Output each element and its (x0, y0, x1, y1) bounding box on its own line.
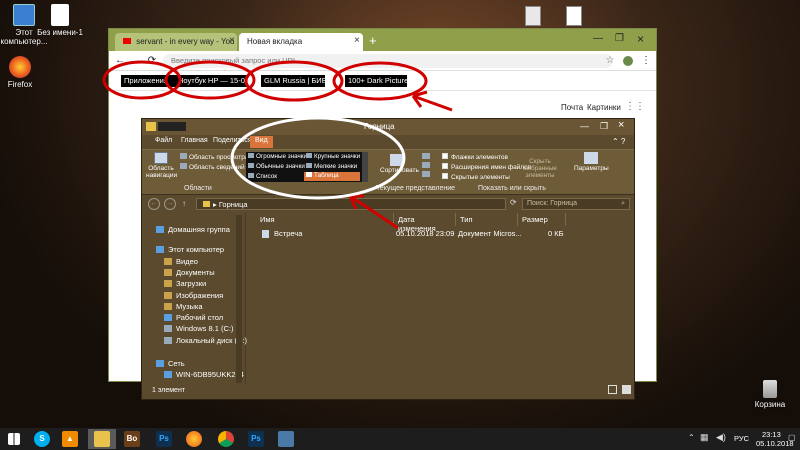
annotation-circle (332, 61, 428, 101)
file-explorer-icon (94, 431, 110, 447)
remote-desktop-icon (278, 431, 294, 447)
start-button[interactable] (0, 429, 28, 449)
photoshop-icon: Ps (156, 431, 172, 447)
annotation-circle (244, 60, 344, 102)
taskbar-app[interactable]: Bo (118, 429, 146, 449)
annotation-overlay (102, 60, 453, 230)
skype-icon: S (34, 431, 50, 447)
taskbar: S ▲ Bo Ps Ps ⌃ ▦ ◀) РУС 23:13 05.10.2018… (0, 428, 800, 450)
taskbar-app[interactable] (180, 429, 208, 449)
windows-icon (8, 433, 20, 445)
volume-tray-icon[interactable]: ◀) (716, 432, 726, 443)
chrome-icon (218, 431, 234, 447)
taskbar-app[interactable]: S (28, 429, 56, 449)
annotation-circle (102, 60, 182, 100)
annotation-arrow (411, 90, 453, 112)
taskbar-app[interactable] (212, 429, 240, 449)
network-tray-icon[interactable]: ▦ (700, 432, 709, 443)
taskbar-app[interactable]: Ps (242, 429, 270, 449)
photoshop-icon: Ps (248, 431, 264, 447)
bo-icon: Bo (124, 431, 140, 447)
taskbar-app[interactable]: Ps (150, 429, 178, 449)
taskbar-app[interactable] (272, 429, 300, 449)
taskbar-app[interactable]: ▲ (56, 429, 84, 449)
show-hidden-icons[interactable]: ⌃ (688, 433, 695, 442)
vlc-icon: ▲ (62, 431, 78, 447)
clock-time[interactable]: 23:13 (762, 430, 781, 439)
firefox-icon (186, 431, 202, 447)
notifications-icon[interactable]: ▢ (788, 433, 796, 442)
taskbar-app-active[interactable] (88, 429, 116, 449)
annotation-arrow (348, 194, 399, 230)
annotation-circle (230, 116, 406, 200)
language-indicator[interactable]: РУС (734, 434, 749, 443)
